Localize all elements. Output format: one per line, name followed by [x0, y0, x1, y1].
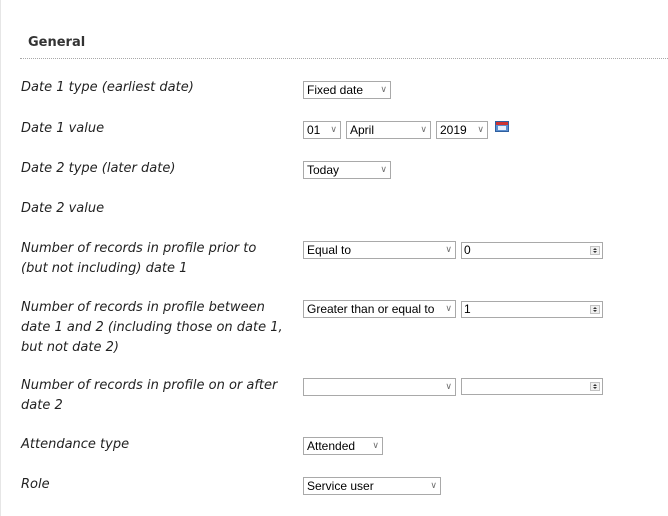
date1-day-value: 01: [307, 123, 321, 137]
date1-value-label: Date 1 value: [21, 121, 105, 136]
chevron-down-icon: ∨: [445, 382, 452, 392]
chevron-down-icon: ∨: [445, 304, 452, 314]
attendance-type-value: Attended: [307, 439, 356, 453]
section-title: General: [28, 35, 86, 50]
date2-type-value: Today: [307, 163, 340, 177]
spinner-icon[interactable]: [590, 382, 600, 391]
chevron-down-icon: ∨: [380, 165, 387, 175]
date2-value-label: Date 2 value: [21, 201, 105, 216]
chevron-down-icon: ∨: [420, 125, 427, 135]
prior-operator-value: Equal to: [307, 243, 352, 257]
prior-count-input[interactable]: 0: [461, 242, 603, 259]
chevron-down-icon: ∨: [477, 125, 484, 135]
date1-type-select[interactable]: Fixed date ∨: [303, 81, 391, 99]
attendance-type-label: Attendance type: [21, 437, 130, 452]
date1-month-select[interactable]: April ∨: [346, 121, 431, 139]
spinner-icon[interactable]: [590, 246, 600, 255]
after-operator-select[interactable]: ∨: [303, 378, 456, 396]
chevron-down-icon: ∨: [330, 125, 337, 135]
date1-year-select[interactable]: 2019 ∨: [436, 121, 488, 139]
prior-count-label: Number of records in profile prior to (b…: [21, 241, 257, 276]
chevron-down-icon: ∨: [372, 441, 379, 451]
between-count-value: 1: [464, 302, 471, 316]
general-settings-panel: General Date 1 type (earliest date) Fixe…: [0, 0, 668, 516]
role-select[interactable]: Service user ∨: [303, 477, 441, 495]
spinner-icon[interactable]: [590, 305, 600, 314]
date2-type-label: Date 2 type (later date): [21, 161, 176, 176]
between-count-label: Number of records in profile between dat…: [21, 300, 283, 355]
panel-border: [0, 0, 1, 516]
date2-type-select[interactable]: Today ∨: [303, 161, 391, 179]
chevron-down-icon: ∨: [380, 85, 387, 95]
chevron-down-icon: ∨: [430, 481, 437, 491]
chevron-down-icon: ∨: [445, 245, 452, 255]
prior-count-value: 0: [464, 243, 471, 257]
role-label: Role: [21, 477, 50, 492]
after-count-input[interactable]: [461, 378, 603, 395]
between-operator-value: Greater than or equal to: [307, 302, 435, 316]
date1-day-select[interactable]: 01 ∨: [303, 121, 341, 139]
attendance-type-select[interactable]: Attended ∨: [303, 437, 383, 455]
prior-operator-select[interactable]: Equal to ∨: [303, 241, 456, 259]
calendar-icon-page: [498, 126, 506, 130]
date1-type-value: Fixed date: [307, 83, 364, 97]
calendar-icon-band: [496, 122, 508, 125]
section-divider: [20, 58, 668, 59]
date1-type-label: Date 1 type (earliest date): [21, 80, 194, 95]
role-value: Service user: [307, 479, 374, 493]
date1-year-value: 2019: [440, 123, 467, 137]
date1-month-value: April: [350, 123, 375, 137]
between-operator-select[interactable]: Greater than or equal to ∨: [303, 300, 456, 318]
after-count-label: Number of records in profile on or after…: [21, 378, 278, 413]
between-count-input[interactable]: 1: [461, 301, 603, 318]
calendar-icon[interactable]: [495, 121, 509, 132]
